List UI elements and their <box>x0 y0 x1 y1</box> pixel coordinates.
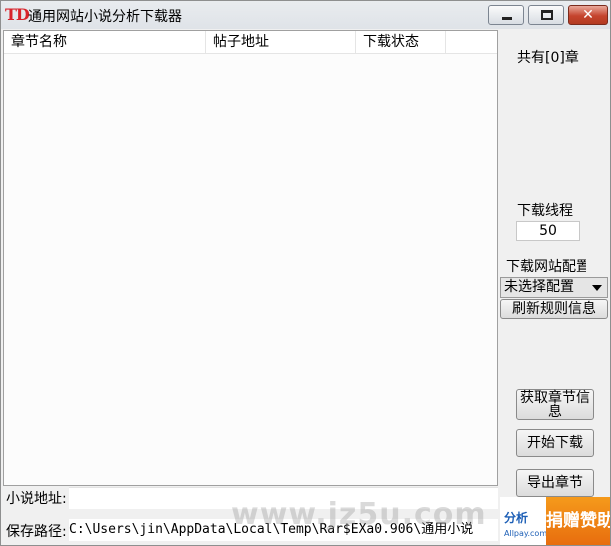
maximize-icon <box>541 10 553 20</box>
start-download-button[interactable]: 开始下载 <box>516 429 594 457</box>
app-icon: TD <box>5 5 30 24</box>
window-title: 通用网站小说分析下载器 <box>28 9 182 25</box>
column-header-download-status[interactable]: 下载状态 <box>356 31 446 53</box>
fetch-chapters-button[interactable]: 获取章节信息 <box>516 389 594 420</box>
site-config-select[interactable]: 未选择配置 <box>500 277 608 298</box>
chapter-count-label: 共有[0]章 <box>517 50 579 66</box>
payment-logo-domain: Allpay.com <box>504 529 548 538</box>
chapter-list[interactable]: 章节名称 帖子地址 下载状态 <box>3 30 498 486</box>
donate-banner[interactable]: 捐赠赞助 <box>546 497 610 545</box>
close-icon: ✕ <box>582 7 594 23</box>
refresh-rules-button[interactable]: 刷新规则信息 <box>500 299 608 319</box>
site-watermark: www.jz5u.com <box>231 497 487 532</box>
site-config-value: 未选择配置 <box>504 279 574 295</box>
site-config-label: 下载网站配置 <box>506 259 586 275</box>
payment-logo-text: 分析 <box>504 511 529 525</box>
novel-url-label: 小说地址: <box>6 491 67 507</box>
save-path-label: 保存路径: <box>6 524 67 540</box>
column-header-post-url[interactable]: 帖子地址 <box>206 31 356 53</box>
threads-label: 下载线程 <box>517 203 573 219</box>
minimize-button[interactable] <box>488 5 524 25</box>
minimize-icon <box>502 17 512 20</box>
maximize-button[interactable] <box>528 5 564 25</box>
payment-logo[interactable]: 分析 Allpay.com <box>500 497 548 545</box>
close-button[interactable]: ✕ <box>568 5 608 25</box>
title-bar[interactable]: TD 通用网站小说分析下载器 ✕ <box>1 1 610 29</box>
dropdown-arrow-icon <box>592 285 602 291</box>
list-header: 章节名称 帖子地址 下载状态 <box>4 31 497 54</box>
export-chapters-button[interactable]: 导出章节 <box>516 469 594 497</box>
column-header-chapter-name[interactable]: 章节名称 <box>4 31 206 53</box>
app-window: TD 通用网站小说分析下载器 ✕ 章节名称 帖子地址 下载状态 共有[0]章 下… <box>0 0 611 546</box>
threads-input[interactable]: 50 <box>516 221 580 241</box>
